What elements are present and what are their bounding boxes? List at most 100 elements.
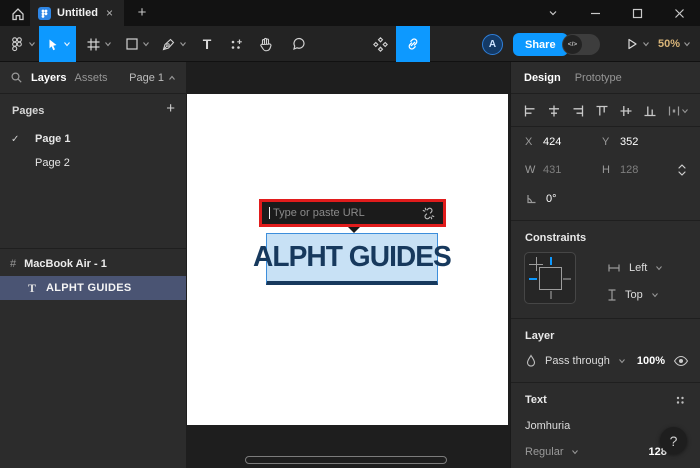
page-row-2[interactable]: Page 2 — [0, 152, 186, 174]
link-icon — [405, 36, 421, 52]
w-value: 431 — [543, 164, 561, 176]
horizontal-constraint-icon — [607, 263, 621, 273]
align-bottom-icon[interactable] — [643, 104, 657, 118]
tab-prototype[interactable]: Prototype — [575, 72, 622, 84]
chevron-down-icon — [681, 107, 689, 115]
chevron-down-icon — [642, 40, 650, 48]
page-name: Page 1 — [35, 133, 70, 145]
constraint-right-tick[interactable] — [563, 278, 571, 280]
left-sidebar-header: Layers Assets Page 1 — [0, 62, 186, 94]
height-field[interactable]: H 128 — [602, 164, 638, 176]
tab-design[interactable]: Design — [524, 72, 561, 84]
cursor-icon — [45, 37, 60, 52]
align-vertical-center-icon[interactable] — [619, 104, 633, 118]
chevron-down-icon — [142, 40, 150, 48]
main-menu-button[interactable] — [6, 26, 38, 62]
layer-row-frame[interactable]: # MacBook Air - 1 — [0, 253, 186, 275]
vertical-constraint-dropdown[interactable]: Top — [607, 288, 659, 302]
dev-mode-toggle[interactable]: </> — [562, 34, 600, 55]
rotation-angle-icon — [525, 192, 538, 205]
avatar[interactable]: A — [482, 34, 503, 55]
x-value: 424 — [543, 136, 561, 148]
chevron-down-icon — [28, 40, 36, 48]
window-menu-chevron-icon[interactable] — [532, 0, 574, 26]
distribute-spacing-menu[interactable] — [667, 104, 689, 118]
zoom-level: 50% — [658, 38, 680, 50]
add-page-icon[interactable]: + — [166, 100, 175, 117]
help-button[interactable]: ? — [660, 427, 687, 454]
constraint-left-tick[interactable] — [529, 278, 537, 280]
window-close-icon[interactable] — [658, 0, 700, 26]
align-left-icon[interactable] — [523, 104, 537, 118]
headline-text: ALPHT GUIDES — [253, 241, 451, 274]
align-right-icon[interactable] — [571, 104, 585, 118]
opacity-value[interactable]: 100% — [637, 355, 665, 367]
move-tool-button[interactable] — [39, 26, 76, 62]
font-weight-value[interactable]: Regular — [525, 446, 564, 458]
tab-layers[interactable]: Layers — [31, 72, 66, 84]
y-position-field[interactable]: Y 352 — [602, 136, 638, 148]
home-icon[interactable] — [9, 5, 27, 23]
rectangle-icon — [125, 37, 139, 51]
h-value: 128 — [620, 164, 638, 176]
frame-layer-name: MacBook Air - 1 — [24, 258, 107, 270]
frame-tool-button[interactable] — [82, 26, 116, 62]
figma-file-icon — [38, 7, 51, 20]
divider — [511, 220, 700, 221]
blend-mode-icon[interactable] — [525, 354, 537, 368]
window-maximize-icon[interactable] — [616, 0, 658, 26]
page-row-1[interactable]: ✓ Page 1 — [0, 128, 186, 150]
unlink-icon[interactable] — [421, 206, 436, 221]
rotation-field[interactable]: 0° — [525, 192, 557, 205]
constraints-widget[interactable] — [524, 252, 576, 304]
zoom-menu[interactable]: 50% — [658, 26, 691, 62]
chevron-down-icon — [63, 40, 71, 48]
url-input[interactable]: Type or paste URL — [273, 207, 420, 219]
layer-row-text-selected[interactable]: T ALPHT GUIDES — [0, 276, 186, 300]
x-position-field[interactable]: X 424 — [525, 136, 561, 148]
hand-tool-button[interactable] — [254, 26, 278, 62]
tab-title: Untitled — [57, 7, 98, 19]
constraint-top-tick[interactable] — [550, 257, 552, 265]
visibility-eye-icon[interactable] — [673, 355, 689, 367]
constrain-proportions-toggle[interactable] — [675, 162, 689, 178]
align-top-icon[interactable] — [595, 104, 609, 118]
comment-tool-button[interactable] — [287, 26, 311, 62]
canvas[interactable]: Type or paste URL ALPHT GUIDES — [186, 62, 510, 468]
horizontal-scrollbar[interactable] — [245, 456, 447, 464]
create-component-button[interactable] — [367, 26, 393, 62]
window-minimize-icon[interactable] — [574, 0, 616, 26]
hand-icon — [258, 36, 274, 52]
window-controls — [532, 0, 700, 26]
file-tab[interactable]: Untitled × — [30, 0, 124, 26]
page-selector[interactable]: Page 1 — [129, 72, 176, 84]
share-button[interactable]: Share — [513, 33, 568, 56]
chevron-down-icon — [104, 40, 112, 48]
width-field[interactable]: W 431 — [525, 164, 561, 176]
shape-tool-button[interactable] — [120, 26, 154, 62]
w-label: W — [525, 164, 543, 176]
link-url-popup[interactable]: Type or paste URL — [259, 199, 446, 227]
new-tab-icon[interactable]: + — [133, 4, 151, 22]
font-family-dropdown[interactable]: Jomhuria — [525, 420, 570, 432]
selected-text-element[interactable]: ALPHT GUIDES — [266, 233, 438, 285]
text-tool-button[interactable]: T — [196, 26, 218, 62]
horizontal-constraint-dropdown[interactable]: Left — [607, 262, 663, 274]
constraint-bottom-tick[interactable] — [550, 291, 552, 299]
pen-icon — [161, 37, 176, 52]
pen-tool-button[interactable] — [157, 26, 191, 62]
create-link-button[interactable] — [396, 26, 430, 62]
align-horizontal-center-icon[interactable] — [547, 104, 561, 118]
text-styles-icon[interactable] — [674, 394, 686, 406]
tab-close-icon[interactable]: × — [106, 6, 113, 20]
chevron-down-icon — [179, 40, 187, 48]
tab-assets[interactable]: Assets — [74, 72, 107, 84]
blend-mode-value[interactable]: Pass through — [545, 355, 610, 367]
frame-hash-icon: # — [10, 258, 16, 270]
actions-button[interactable] — [225, 26, 247, 62]
right-sidebar-tabs: Design Prototype — [511, 62, 700, 94]
text-tool-icon: T — [203, 36, 212, 52]
toolbar: T A Share </> — [0, 26, 700, 62]
search-icon[interactable] — [10, 71, 23, 84]
present-button[interactable] — [622, 26, 652, 62]
